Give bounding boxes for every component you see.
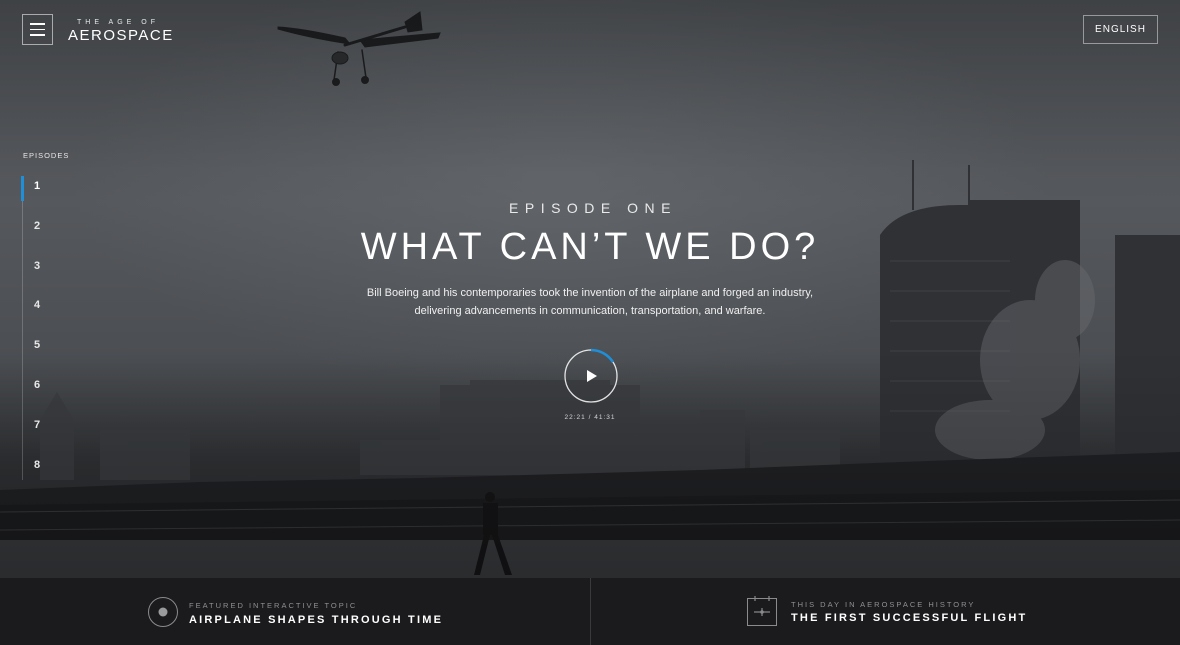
hamburger-icon-line	[30, 34, 45, 36]
language-button[interactable]: ENGLISH	[1083, 15, 1158, 44]
play-button[interactable]	[562, 347, 620, 405]
site-logo[interactable]: THE AGE OF AEROSPACE	[68, 19, 174, 44]
episode-item-7[interactable]: 7	[34, 419, 40, 459]
hamburger-icon-line	[30, 28, 45, 31]
calendar-plane-icon	[747, 596, 777, 626]
history-today-link[interactable]: THIS DAY IN AEROSPACE HISTORY THE FIRST …	[747, 578, 1077, 645]
player-progress-ring	[564, 348, 618, 403]
footer-bar: FEATURED INTERACTIVE TOPIC AIRPLANE SHAP…	[0, 578, 1180, 645]
episodes-nav-active-indicator	[21, 176, 24, 201]
episode-item-8[interactable]: 8	[34, 459, 40, 499]
player-progress-arc	[590, 348, 615, 363]
logo-tagline: THE AGE OF	[77, 19, 160, 26]
hamburger-icon-line	[30, 23, 45, 25]
history-today-kicker: THIS DAY IN AEROSPACE HISTORY	[791, 600, 976, 609]
target-icon	[148, 597, 178, 627]
playback-time: 22:21 / 41:31	[0, 414, 1180, 421]
menu-button[interactable]	[22, 14, 53, 45]
episode-item-4[interactable]: 4	[34, 299, 40, 339]
featured-topic-kicker: FEATURED INTERACTIVE TOPIC	[189, 601, 358, 610]
episode-item-5[interactable]: 5	[34, 339, 40, 379]
total-duration: 41:31	[594, 414, 616, 421]
time-separator: /	[588, 414, 592, 421]
episode-description-line-2: delivering advancements in communication…	[414, 305, 766, 317]
episodes-nav-track	[22, 176, 23, 480]
episode-kicker: EPISODE ONE	[509, 200, 677, 216]
play-icon	[587, 370, 597, 382]
logo-wordmark: AEROSPACE	[68, 27, 174, 44]
episodes-nav-title: EPISODES	[23, 151, 70, 160]
current-time: 22:21	[564, 414, 586, 421]
featured-topic-headline: AIRPLANE SHAPES THROUGH TIME	[189, 614, 444, 626]
featured-topic-link[interactable]: FEATURED INTERACTIVE TOPIC AIRPLANE SHAP…	[147, 578, 477, 645]
episode-description: Bill Boeing and his contemporaries took …	[340, 284, 840, 320]
footer-divider	[590, 578, 591, 645]
history-today-headline: THE FIRST SUCCESSFUL FLIGHT	[791, 612, 1028, 624]
episode-title: WHAT CAN’T WE DO?	[360, 226, 820, 268]
episode-description-line-1: Bill Boeing and his contemporaries took …	[366, 287, 814, 299]
episode-item-6[interactable]: 6	[34, 379, 40, 419]
